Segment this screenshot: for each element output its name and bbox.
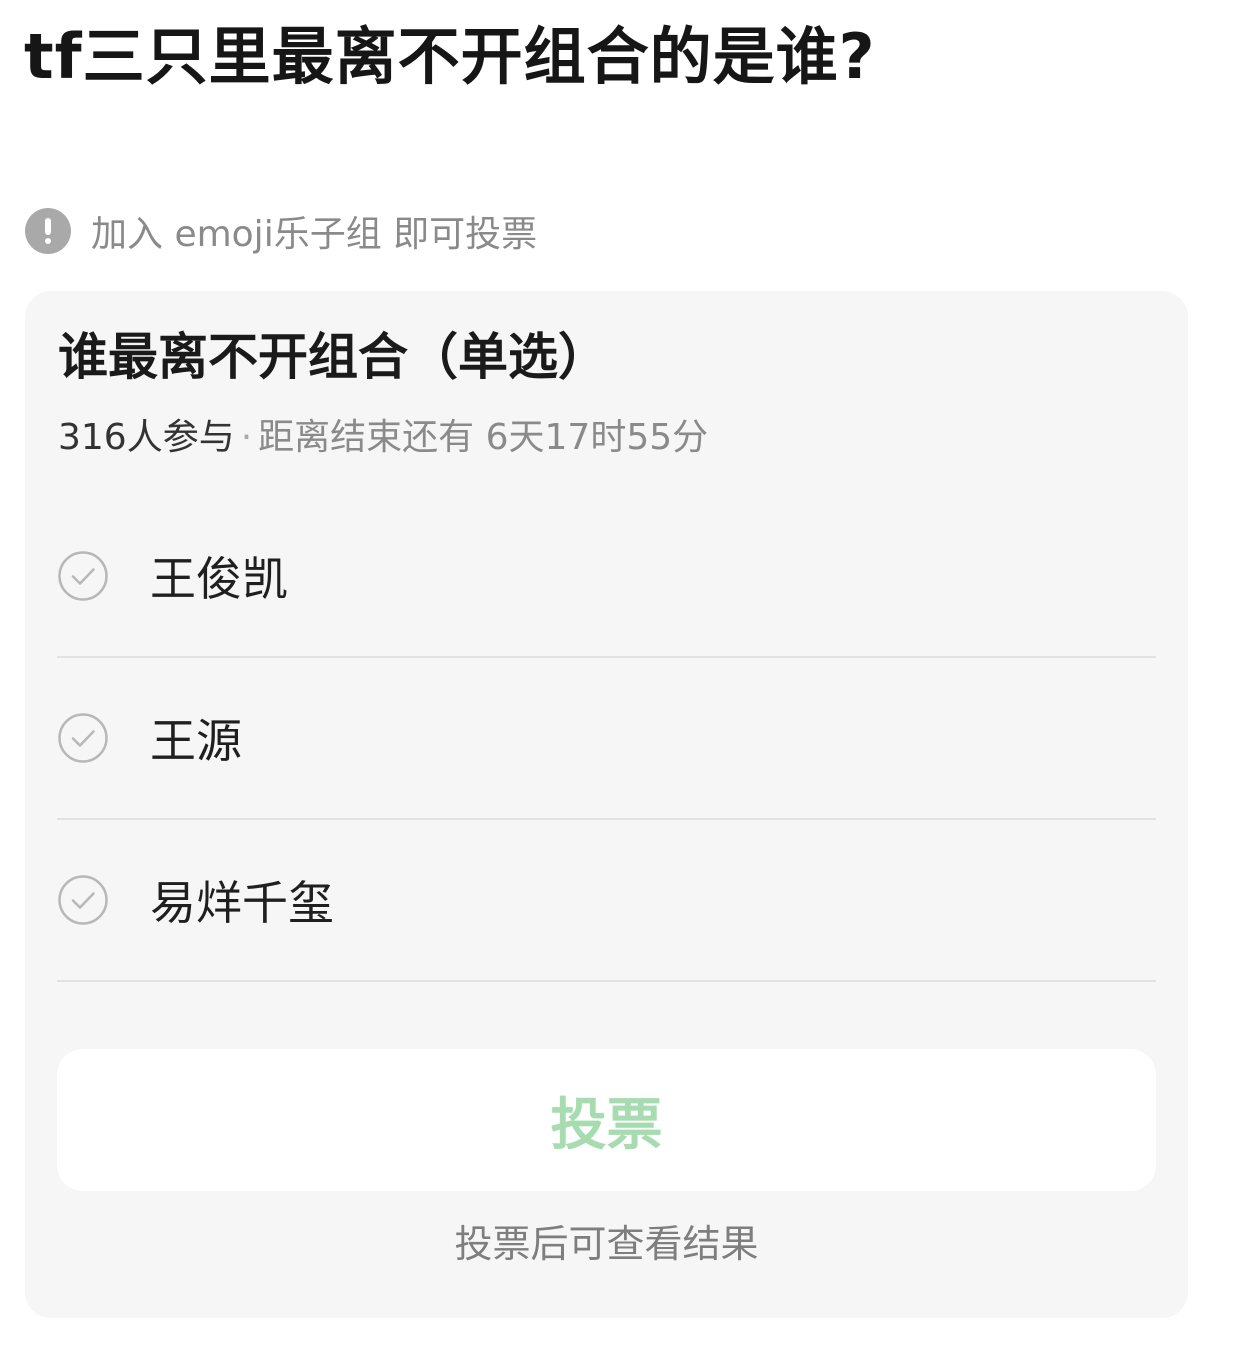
post-title: tf三只里最离不开组合的是谁? (24, 20, 876, 93)
participant-count: 316人参与 (58, 417, 235, 458)
join-group-notice[interactable]: 加入 emoji乐子组 即可投票 (25, 206, 537, 256)
vote-result-hint: 投票后可查看结果 (454, 1222, 759, 1266)
check-circle-icon (58, 551, 108, 601)
meta-separator: · (240, 417, 253, 458)
exclamation-circle-icon (25, 208, 71, 254)
check-circle-icon (58, 713, 108, 763)
poll-option-label: 王源 (150, 714, 242, 768)
poll-card: 谁最离不开组合（单选） 316人参与 · 距离结束还有 6天17时55分 王俊凯 王… (25, 291, 1188, 1318)
check-circle-icon (58, 875, 108, 925)
poll-option[interactable]: 王俊凯 (57, 496, 1156, 658)
poll-options: 王俊凯 王源 易烊千玺 (57, 496, 1156, 982)
notice-text: 加入 emoji乐子组 即可投票 (91, 214, 538, 255)
poll-option-label: 王俊凯 (150, 552, 288, 606)
poll-option[interactable]: 王源 (57, 658, 1156, 820)
poll-title: 谁最离不开组合（单选） (58, 328, 608, 386)
vote-button[interactable]: 投票 (57, 1049, 1156, 1191)
poll-meta: 316人参与 · 距离结束还有 6天17时55分 (58, 414, 708, 462)
poll-option[interactable]: 易烊千玺 (57, 820, 1156, 982)
poll-option-label: 易烊千玺 (150, 876, 334, 930)
poll-deadline: 距离结束还有 6天17时55分 (258, 417, 709, 458)
